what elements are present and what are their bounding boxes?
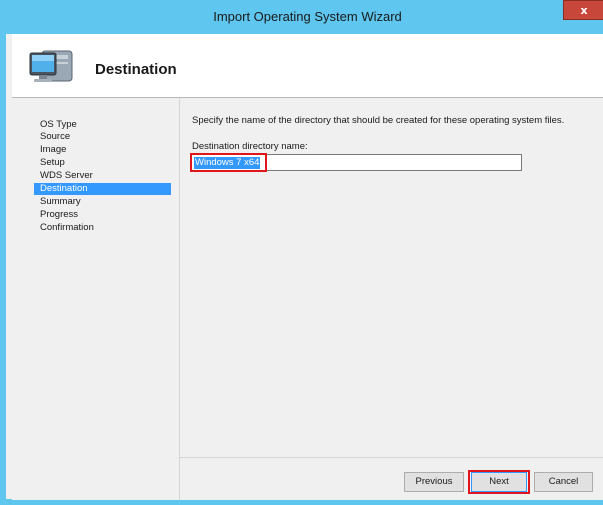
wizard-window: Import Operating System Wizard x Destina… [0,0,603,505]
nav-item-progress[interactable]: Progress [34,209,171,221]
wizard-header: Destination [12,34,603,97]
page-title: Destination [95,61,177,78]
nav-item-destination[interactable]: Destination [34,183,171,195]
computer-icon [29,50,73,82]
window-title: Import Operating System Wizard [213,9,402,24]
nav-item-setup[interactable]: Setup [34,157,171,169]
footer-divider [180,457,603,458]
previous-button[interactable]: Previous [404,472,464,492]
nav-item-wds-server[interactable]: WDS Server [34,170,171,182]
nav-item-source[interactable]: Source [34,131,171,143]
wizard-steps-nav: OS Type Source Image Setup WDS Server De… [12,98,179,500]
cancel-button[interactable]: Cancel [534,472,593,492]
nav-item-confirmation[interactable]: Confirmation [34,222,171,234]
nav-item-image[interactable]: Image [34,144,171,156]
title-bar[interactable]: Import Operating System Wizard x [6,0,603,34]
input-highlight-box [190,153,267,172]
destination-field-label: Destination directory name: [192,141,308,152]
nav-item-os-type[interactable]: OS Type [34,119,171,131]
next-highlight-box [468,470,530,494]
instruction-text: Specify the name of the directory that s… [192,115,565,126]
close-button[interactable]: x [563,0,603,20]
content-panel: Specify the name of the directory that s… [179,98,603,500]
nav-item-summary[interactable]: Summary [34,196,171,208]
